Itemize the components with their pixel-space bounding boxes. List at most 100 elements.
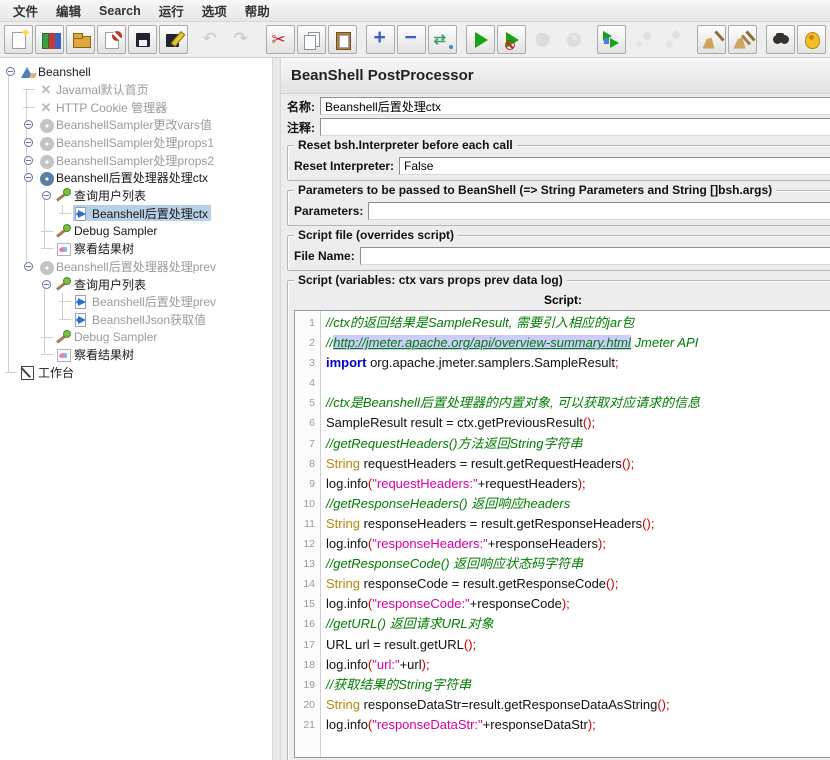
tree-node-content: Beanshell后置处理ctx (73, 205, 212, 222)
string-token: "responseHeaders:" (372, 536, 488, 552)
menu-file[interactable]: 文件 (4, 0, 47, 22)
start-no-pauses-button[interactable] (497, 25, 526, 54)
tree-node-content: BeanshellSampler处理props1 (37, 135, 217, 152)
script-editor[interactable]: 1 2 3 4 5 6 7 8 9 10 11 12 13 14 15 16 17 18 19 20 21 //ctx的… (294, 310, 830, 758)
gear-icon (38, 117, 54, 134)
toggle-icon (433, 30, 453, 50)
comment-input[interactable] (320, 118, 830, 136)
redo-button (228, 25, 257, 54)
parameters-input[interactable] (368, 202, 830, 220)
add-button[interactable] (366, 25, 395, 54)
tree-node[interactable]: 察看结果树 (0, 346, 272, 364)
code-token: URL url = result.getURL (326, 636, 464, 652)
clear-button[interactable] (697, 25, 726, 54)
tree-expand-handle[interactable] (2, 63, 19, 80)
tree-node[interactable]: 查询用户列表 (0, 275, 272, 293)
tree-node-label: Beanshell后置处理器处理prev (56, 259, 217, 274)
tree-node[interactable]: Debug Sampler (0, 328, 272, 346)
tree-node-content: Beanshell后置处理器处理prev (37, 258, 219, 275)
search-button[interactable] (766, 25, 795, 54)
menu-search[interactable]: Search (90, 2, 150, 20)
comment-token: //ctx的返回结果是SampleResult, 需要引入相应的jar包 (326, 315, 635, 330)
tree-node-label: BeanshellJson获取值 (92, 312, 207, 327)
code-line: log.info("responseHeaders:"+responseHead… (326, 534, 830, 554)
line-number: 11 (304, 517, 315, 530)
tree-expand-handle[interactable] (38, 187, 55, 204)
tree-node[interactable]: BeanshellSampler处理props2 (0, 151, 272, 169)
code-token: responseDataStr=result.getResponseDataAs… (359, 696, 658, 712)
remote-stop-all-icon (633, 30, 653, 50)
code-line: //ctx的返回结果是SampleResult, 需要引入相应的jar包 (326, 313, 830, 333)
connector-line (4, 372, 17, 374)
script-code[interactable]: //ctx的返回结果是SampleResult, 需要引入相应的jar包 //ht… (321, 311, 830, 757)
tree-node[interactable]: ✕ HTTP Cookie 管理器 (0, 98, 272, 116)
open-file-button[interactable] (66, 25, 95, 54)
code-line: //http://jmeter.apache.org/api/overview-… (326, 333, 830, 353)
parameters-label: Parameters: (294, 204, 364, 218)
tree-node[interactable]: 察看结果树 (0, 240, 272, 258)
main-split: Beanshell ✕ Javamal默认首页 ✕ HTTP Cookie 管理器 Bea… (0, 58, 830, 760)
tree-node[interactable]: BeanshellJson获取值 (0, 311, 272, 329)
templates-button[interactable] (35, 25, 64, 54)
code-token: +requestHeaders (477, 475, 578, 491)
menu-edit[interactable]: 编辑 (47, 0, 90, 22)
toggle-button[interactable] (428, 25, 457, 54)
tree-expand-handle[interactable] (20, 152, 37, 169)
tree-node[interactable]: Beanshell后置处理器处理prev (0, 258, 272, 276)
close-file-button[interactable] (97, 25, 126, 54)
tree-expand-handle[interactable] (20, 169, 37, 186)
tree-node[interactable]: Beanshell后置处理ctx (0, 205, 272, 223)
tree-expand-handle[interactable] (38, 276, 55, 293)
tree-node[interactable]: BeanshellSampler处理props1 (0, 134, 272, 152)
tree-expand-handle[interactable] (20, 116, 37, 133)
tree-node[interactable]: Debug Sampler (0, 222, 272, 240)
reset-interpreter-select[interactable] (399, 157, 830, 175)
search-reset-button[interactable] (797, 25, 826, 54)
tree-node[interactable]: BeanshellSampler更改vars值 (0, 116, 272, 134)
tree-node[interactable]: 工作台 (0, 364, 272, 382)
menu-options[interactable]: 选项 (193, 0, 236, 22)
split-divider[interactable] (272, 58, 281, 760)
keyword-token: import (326, 355, 367, 371)
panel-title-band: BeanShell PostProcessor (281, 58, 830, 94)
tree-node-content: Beanshell (19, 64, 94, 80)
clear-all-button[interactable] (728, 25, 757, 54)
operator-token: ); (587, 716, 596, 732)
operator-token: (); (657, 696, 670, 712)
line-number: 6 (309, 417, 315, 430)
new-file-button[interactable] (4, 25, 33, 54)
copy-button[interactable] (297, 25, 326, 54)
tree-node[interactable]: 查询用户列表 (0, 187, 272, 205)
paste-button[interactable] (328, 25, 357, 54)
start-button[interactable] (466, 25, 495, 54)
tree-node[interactable]: ✕ Javamal默认首页 (0, 81, 272, 99)
code-token: log.info (326, 716, 368, 732)
connector-line (22, 106, 35, 108)
stop-button (528, 25, 557, 54)
file-name-input[interactable] (359, 247, 830, 265)
comment-token: //getResponseHeaders() 返回响应headers (326, 495, 571, 511)
code-line: String requestHeaders = result.getReques… (326, 454, 830, 474)
disabled-x-icon: ✕ (38, 100, 54, 115)
connector-line (40, 248, 53, 250)
tree-connector (38, 346, 55, 363)
tree-node[interactable]: Beanshell后置处理器处理ctx (0, 169, 272, 187)
code-line: SampleResult result = ctx.getPreviousRes… (326, 413, 830, 433)
remote-start-all-button[interactable] (597, 25, 626, 54)
remove-button[interactable] (397, 25, 426, 54)
cut-button[interactable] (266, 25, 295, 54)
tree-expand-handle[interactable] (20, 258, 37, 275)
operator-token: (); (621, 455, 635, 471)
menu-run[interactable]: 运行 (150, 0, 193, 22)
save-button[interactable] (128, 25, 157, 54)
tree-node-label: 察看结果树 (74, 242, 135, 257)
tree-expand-handle[interactable] (20, 134, 37, 151)
file-name-label: File Name: (294, 249, 355, 263)
tree-node[interactable]: Beanshell (0, 63, 272, 81)
tree-node-label: 查询用户列表 (74, 277, 147, 292)
code-token: responseCode = result.getResponseCode (359, 576, 607, 592)
tree-node[interactable]: Beanshell后置处理prev (0, 293, 272, 311)
save-as-button[interactable] (159, 25, 188, 54)
name-input[interactable] (320, 97, 830, 115)
menu-help[interactable]: 帮助 (236, 0, 279, 22)
